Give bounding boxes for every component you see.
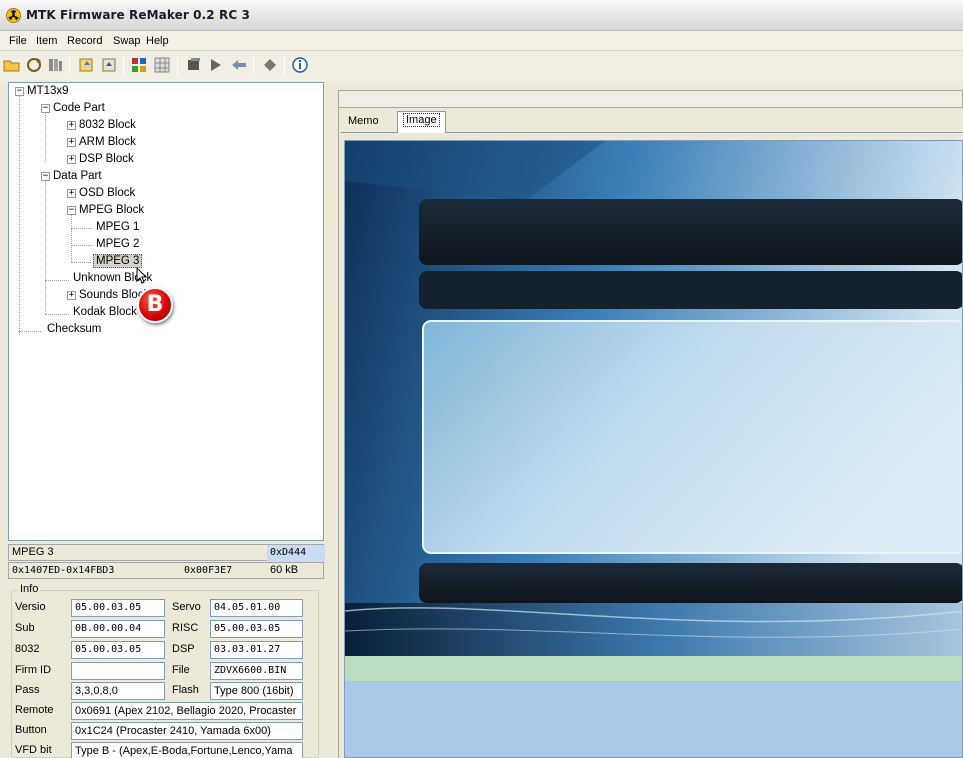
tree-node-checksum[interactable]: Checksum — [47, 321, 101, 338]
tree-collapse-icon[interactable]: − — [41, 104, 50, 113]
selection-range: 0x1407ED-0x14FBD3 — [12, 565, 115, 576]
tree-node-data-part[interactable]: Data Part — [53, 168, 102, 185]
copy-icon[interactable] — [78, 56, 96, 74]
annotation-marker-label: B — [146, 292, 164, 317]
tree-node-mpeg-block[interactable]: MPEG Block — [79, 202, 144, 219]
tree-node-mpeg-1[interactable]: MPEG 1 — [96, 219, 139, 236]
tree-collapse-icon[interactable]: − — [67, 206, 76, 215]
title-bar: MTK Firmware ReMaker 0.2 RC 3 — [0, 0, 963, 31]
menu-record[interactable]: Record — [67, 35, 102, 47]
pass-field[interactable]: 3,3,0,8,0 — [71, 682, 165, 700]
refresh-icon[interactable] — [25, 56, 43, 74]
selection-id: 0xD444 — [267, 545, 325, 562]
tree-node-arm-block[interactable]: ARM Block — [79, 134, 136, 151]
tree-node-osd-block[interactable]: OSD Block — [79, 185, 135, 202]
tab-image-label: Image — [403, 113, 440, 127]
erase-icon[interactable] — [261, 56, 279, 74]
open-folder-icon[interactable] — [3, 56, 21, 74]
save-icon[interactable] — [46, 56, 64, 74]
8032-label: 8032 — [15, 643, 40, 655]
menu-background-image — [345, 141, 962, 757]
dsp-label: DSP — [172, 643, 195, 655]
tab-memo[interactable]: Memo — [343, 113, 384, 132]
8032-field[interactable]: 05.00.03.05 — [71, 641, 165, 659]
menu-item[interactable]: Item — [36, 35, 57, 47]
tree-node-code-part[interactable]: Code Part — [53, 100, 105, 117]
sub-field[interactable]: 0B.00.00.04 — [71, 620, 165, 638]
pass-label: Pass — [15, 684, 40, 696]
version-field[interactable]: 05.00.03.05 — [71, 599, 165, 617]
tree-expand-icon[interactable]: + — [67, 155, 76, 164]
remote-label: Remote — [15, 704, 54, 716]
tree-collapse-icon[interactable]: − — [41, 172, 50, 181]
firm-id-label: Firm ID — [15, 664, 52, 676]
import-icon[interactable] — [230, 56, 248, 74]
info-group-title: Info — [18, 583, 41, 595]
selection-name: MPEG 3 — [12, 546, 54, 558]
file-field[interactable]: ZDVX6600.BIN — [210, 662, 303, 680]
window-title: MTK Firmware ReMaker 0.2 RC 3 — [26, 8, 250, 22]
sub-label: Sub — [15, 622, 35, 634]
block-icon[interactable] — [185, 56, 203, 74]
toolbar — [0, 51, 963, 81]
flash-field[interactable]: Type 800 (16bit) — [210, 682, 303, 700]
tree-expand-icon[interactable]: + — [67, 138, 76, 147]
radiation-icon — [6, 8, 21, 23]
dsp-field[interactable]: 03.03.01.27 — [210, 641, 303, 659]
info-icon[interactable] — [291, 56, 309, 74]
tree-node-mt13x9[interactable]: MT13x9 — [27, 83, 69, 100]
menu-file[interactable]: File — [9, 35, 27, 47]
firmware-tree[interactable]: − MT13x9 − Code Part + 8032 Block + ARM … — [8, 82, 324, 541]
menu-swap[interactable]: Swap — [113, 35, 141, 47]
selected-node-label: MPEG 3 — [93, 254, 143, 268]
tab-image[interactable]: Image — [397, 111, 446, 133]
firm-id-field[interactable] — [71, 662, 165, 680]
image-preview — [344, 140, 963, 758]
tree-expand-icon[interactable]: + — [67, 291, 76, 300]
toolbar-separator — [123, 56, 124, 75]
export-icon[interactable] — [100, 56, 118, 74]
button-label: Button — [15, 724, 47, 736]
servo-label: Servo — [172, 601, 201, 613]
play-icon[interactable] — [207, 56, 225, 74]
tree-node-kodak-block[interactable]: Kodak Block — [73, 304, 137, 321]
chip-grid-icon[interactable] — [153, 56, 171, 74]
chip-icon[interactable] — [130, 56, 148, 74]
risc-label: RISC — [172, 622, 199, 634]
record-header-strip — [338, 90, 963, 108]
selection-range-row: 0x1407ED-0x14FBD3 0x00F3E7 60 kB — [8, 562, 324, 579]
tree-expand-icon[interactable]: + — [67, 121, 76, 130]
toolbar-separator — [69, 56, 70, 75]
selection-size-kb: 60 kB — [270, 564, 299, 576]
toolbar-separator — [253, 56, 254, 75]
menu-help[interactable]: Help — [146, 35, 169, 47]
file-label: File — [172, 664, 190, 676]
annotation-marker: B — [137, 287, 173, 323]
tree-node-mpeg-2[interactable]: MPEG 2 — [96, 236, 139, 253]
menu-bar: File Item Record Swap Help — [0, 31, 963, 51]
vfd-bit-field[interactable]: Type B - (Apex,E-Boda,Fortune,Lenco,Yama — [71, 742, 303, 758]
risc-field[interactable]: 05.00.03.05 — [210, 620, 303, 638]
remote-field[interactable]: 0x0691 (Apex 2102, Bellagio 2020, Procas… — [71, 702, 303, 720]
toolbar-separator — [284, 56, 285, 75]
tree-node-dsp-block[interactable]: DSP Block — [79, 151, 134, 168]
vfd-bit-label: VFD bit — [15, 744, 52, 756]
version-label: Versio — [15, 601, 46, 613]
tree-expand-icon[interactable]: + — [67, 189, 76, 198]
flash-label: Flash — [172, 684, 199, 696]
selection-size-hex: 0x00F3E7 — [184, 565, 233, 576]
tree-node-8032-block[interactable]: 8032 Block — [79, 117, 136, 134]
servo-field[interactable]: 04.05.01.00 — [210, 599, 303, 617]
toolbar-separator — [177, 56, 178, 75]
selection-header: MPEG 3 0xD444 — [8, 544, 325, 562]
mouse-cursor-icon — [136, 267, 148, 284]
tree-collapse-icon[interactable]: − — [15, 87, 24, 96]
button-field[interactable]: 0x1C24 (Procaster 2410, Yamada 6x00) — [71, 722, 303, 740]
